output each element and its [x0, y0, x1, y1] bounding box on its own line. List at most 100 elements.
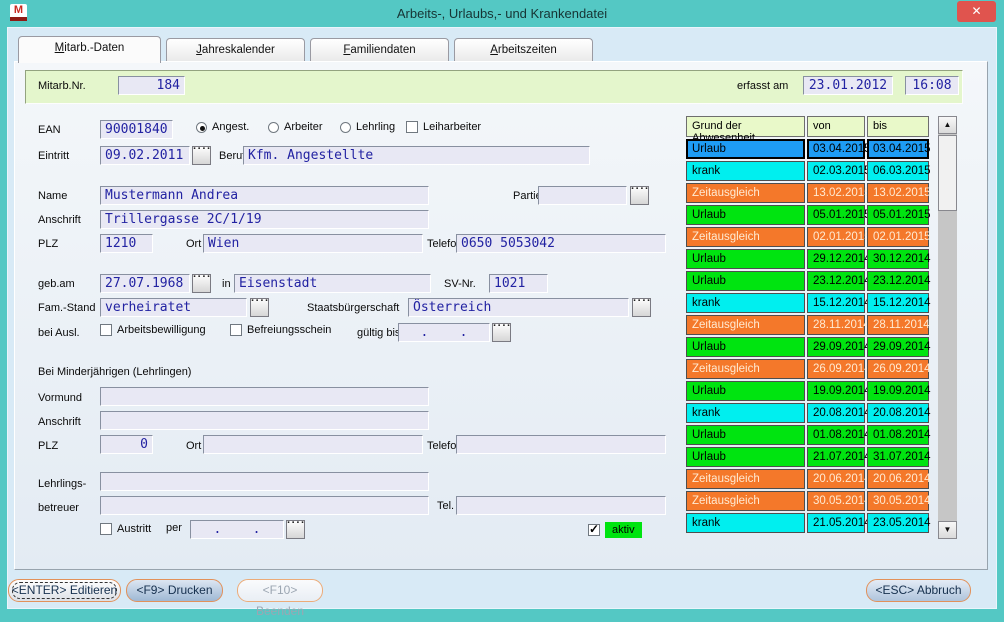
vormund-field[interactable] — [100, 387, 429, 406]
absence-to-cell[interactable]: 05.01.2015 — [867, 205, 929, 225]
esc-abort-button[interactable]: <ESC> Abbruch — [866, 579, 971, 602]
absence-reason-cell[interactable]: Zeitausgleich — [686, 183, 805, 203]
absence-from-cell[interactable]: 29.12.2014 — [807, 249, 865, 269]
plz-field[interactable]: 1210 — [100, 234, 153, 253]
gueltig-bis-field[interactable]: . . — [398, 323, 490, 342]
checkbox-befreiungsschein[interactable]: Befreiungsschein — [230, 324, 331, 336]
absence-from-cell[interactable]: 03.04.2015 — [807, 139, 865, 159]
absence-reason-cell[interactable]: Urlaub — [686, 381, 805, 401]
absence-from-cell[interactable]: 15.12.2014 — [807, 293, 865, 313]
absence-to-cell[interactable]: 20.08.2014 — [867, 403, 929, 423]
absence-to-cell[interactable]: 15.12.2014 — [867, 293, 929, 313]
absence-from-cell[interactable]: 13.02.2015 — [807, 183, 865, 203]
date-picker-button[interactable]: ···· — [192, 274, 211, 293]
absence-from-cell[interactable]: 26.09.2014 — [807, 359, 865, 379]
absence-reason-cell[interactable]: Zeitausgleich — [686, 359, 805, 379]
enter-edit-button[interactable]: <ENTER> Editieren — [8, 579, 121, 602]
absence-scrollbar[interactable]: ▲ ▼ — [938, 116, 957, 539]
ean-field[interactable]: 90001840 — [100, 120, 173, 139]
absence-from-cell[interactable]: 02.01.2015 — [807, 227, 865, 247]
tab-arbeitszeiten[interactable]: Arbeitszeiten — [454, 38, 593, 62]
betreuer-tel-field[interactable] — [456, 496, 666, 515]
eintritt-field[interactable]: 09.02.2011 — [100, 146, 190, 165]
scrollbar-thumb[interactable] — [938, 135, 957, 211]
vormund-plz-field[interactable]: 0 — [100, 435, 153, 454]
anschrift-field[interactable]: Trillergasse 2C/1/19 — [100, 210, 429, 229]
austritt-date-field[interactable]: . . — [190, 520, 284, 539]
absence-to-cell[interactable]: 31.07.2014 — [867, 447, 929, 467]
lookup-button[interactable]: ···· — [630, 186, 649, 205]
absence-reason-cell[interactable]: Zeitausgleich — [686, 469, 805, 489]
absence-reason-cell[interactable]: Urlaub — [686, 249, 805, 269]
sv-nr-field[interactable]: 1021 — [489, 274, 548, 293]
tab-jahreskalender[interactable]: Jahreskalender — [166, 38, 305, 62]
absence-from-cell[interactable]: 19.09.2014 — [807, 381, 865, 401]
absence-from-cell[interactable]: 21.05.2014 — [807, 513, 865, 533]
absence-to-cell[interactable]: 13.02.2015 — [867, 183, 929, 203]
absence-from-cell[interactable]: 23.12.2014 — [807, 271, 865, 291]
scrollbar-up-button[interactable]: ▲ — [938, 116, 957, 134]
absence-reason-cell[interactable]: Urlaub — [686, 205, 805, 225]
absence-to-cell[interactable]: 26.09.2014 — [867, 359, 929, 379]
absence-reason-cell[interactable]: krank — [686, 293, 805, 313]
tab-mitarb-daten[interactable]: Mitarb.-Daten — [18, 36, 161, 63]
absence-from-cell[interactable]: 20.08.2014 — [807, 403, 865, 423]
lookup-button[interactable]: ···· — [632, 298, 651, 317]
vormund-ort-field[interactable] — [203, 435, 423, 454]
absence-from-cell[interactable]: 20.06.2014 — [807, 469, 865, 489]
telefon-field[interactable]: 0650 5053042 — [456, 234, 666, 253]
lookup-button[interactable]: ···· — [250, 298, 269, 317]
checkbox-aktiv[interactable] — [588, 524, 600, 536]
absence-to-cell[interactable]: 01.08.2014 — [867, 425, 929, 445]
date-picker-button[interactable]: ···· — [286, 520, 305, 539]
absence-reason-cell[interactable]: Urlaub — [686, 271, 805, 291]
tab-familiendaten[interactable]: Familiendaten — [310, 38, 449, 62]
checkbox-austritt[interactable]: Austritt — [100, 523, 151, 535]
absence-reason-cell[interactable]: krank — [686, 513, 805, 533]
beruf-field[interactable]: Kfm. Angestellte — [243, 146, 590, 165]
absence-to-cell[interactable]: 23.12.2014 — [867, 271, 929, 291]
absence-from-cell[interactable]: 29.09.2014 — [807, 337, 865, 357]
vormund-telefon-field[interactable] — [456, 435, 666, 454]
absence-from-cell[interactable]: 30.05.2014 — [807, 491, 865, 511]
betreuer-field-2[interactable] — [100, 496, 429, 515]
close-button[interactable]: ✕ — [957, 1, 996, 22]
absence-to-cell[interactable]: 03.04.2015 — [867, 139, 929, 159]
radio-arbeiter[interactable]: Arbeiter — [268, 121, 323, 133]
partie-field[interactable] — [538, 186, 627, 205]
absence-from-cell[interactable]: 02.03.2015 — [807, 161, 865, 181]
absence-reason-cell[interactable]: Zeitausgleich — [686, 491, 805, 511]
staatsbuergerschaft-field[interactable]: Österreich — [408, 298, 629, 317]
mitarb-nr-field[interactable]: 184 — [118, 76, 185, 95]
absence-from-cell[interactable]: 05.01.2015 — [807, 205, 865, 225]
absence-to-cell[interactable]: 06.03.2015 — [867, 161, 929, 181]
absence-reason-cell[interactable]: Zeitausgleich — [686, 227, 805, 247]
absence-reason-cell[interactable]: krank — [686, 161, 805, 181]
scrollbar-down-button[interactable]: ▼ — [938, 521, 957, 539]
absence-to-cell[interactable]: 02.01.2015 — [867, 227, 929, 247]
vormund-anschrift-field[interactable] — [100, 411, 429, 430]
absence-from-cell[interactable]: 28.11.2014 — [807, 315, 865, 335]
absence-from-cell[interactable]: 01.08.2014 — [807, 425, 865, 445]
absence-reason-cell[interactable]: Urlaub — [686, 447, 805, 467]
date-picker-button[interactable]: ···· — [192, 146, 211, 165]
radio-lehrling[interactable]: Lehrling — [340, 121, 395, 133]
absence-reason-cell[interactable]: Zeitausgleich — [686, 315, 805, 335]
absence-from-cell[interactable]: 21.07.2014 — [807, 447, 865, 467]
ort-field[interactable]: Wien — [203, 234, 423, 253]
radio-angestellter[interactable]: Angest. — [196, 121, 249, 133]
absence-to-cell[interactable]: 23.05.2014 — [867, 513, 929, 533]
betreuer-field-1[interactable] — [100, 472, 429, 491]
absence-to-cell[interactable]: 30.05.2014 — [867, 491, 929, 511]
absence-reason-cell[interactable]: krank — [686, 403, 805, 423]
absence-to-cell[interactable]: 20.06.2014 — [867, 469, 929, 489]
name-field[interactable]: Mustermann Andrea — [100, 186, 429, 205]
absence-to-cell[interactable]: 28.11.2014 — [867, 315, 929, 335]
absence-to-cell[interactable]: 30.12.2014 — [867, 249, 929, 269]
geb-am-field[interactable]: 27.07.1968 — [100, 274, 190, 293]
f9-print-button[interactable]: <F9> Drucken — [126, 579, 223, 602]
absence-reason-cell[interactable]: Urlaub — [686, 425, 805, 445]
checkbox-leiharbeiter[interactable]: Leiharbeiter — [406, 121, 481, 133]
absence-reason-cell[interactable]: Urlaub — [686, 337, 805, 357]
absence-to-cell[interactable]: 19.09.2014 — [867, 381, 929, 401]
